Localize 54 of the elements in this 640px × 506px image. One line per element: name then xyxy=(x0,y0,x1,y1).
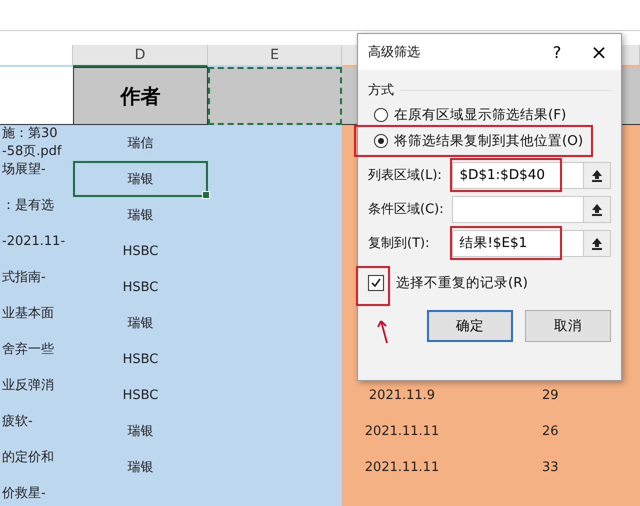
table-cell: HSBC xyxy=(122,388,158,402)
input-field[interactable]: 结果!$E$1 xyxy=(452,230,584,256)
table-cell: HSBC xyxy=(122,244,158,258)
table-cell-text: 瑞银 xyxy=(128,423,154,440)
table-cell: 33 xyxy=(542,460,559,474)
field-label: 复制到(T): xyxy=(368,235,430,252)
table-cell: HSBC xyxy=(122,280,158,294)
header-cell: 作者 xyxy=(73,67,208,125)
table-cell-text: 瑞银 xyxy=(128,207,154,224)
collapse-button[interactable] xyxy=(584,162,611,188)
table-cell: 式指南- xyxy=(2,269,46,287)
table-cell-text: 瑞银 xyxy=(128,459,154,476)
table-cell-text: 瑞信 xyxy=(128,135,154,152)
field-label: 列表区域(L): xyxy=(368,167,443,184)
dialog-button[interactable]: 确定 xyxy=(427,310,513,342)
table-cell: 施：第30 -58页.pdf xyxy=(2,125,62,161)
table-cell: 舍弃一些 xyxy=(2,341,54,359)
collapse-button[interactable] xyxy=(584,230,611,256)
column-header[interactable]: D xyxy=(73,45,208,67)
collapse-button[interactable] xyxy=(584,196,611,222)
table-cell: ：是有选 xyxy=(2,197,54,215)
check-icon xyxy=(370,277,382,289)
table-cell: 价救星- xyxy=(2,485,46,503)
help-button[interactable]: ? xyxy=(537,42,577,62)
table-cell: HSBC xyxy=(122,352,158,366)
input-field[interactable] xyxy=(452,196,584,222)
table-cell: 业基本面 xyxy=(2,305,54,323)
dialog-button[interactable]: 取消 xyxy=(525,310,611,342)
upload-icon xyxy=(591,168,604,182)
upload-icon xyxy=(591,236,604,250)
checkbox-label[interactable]: 选择不重复的记录(R) xyxy=(396,274,528,292)
table-cell: 的定价和 xyxy=(2,449,54,467)
table-cell-text: 瑞银 xyxy=(128,171,154,188)
table-cell: 26 xyxy=(542,424,559,438)
table-cell-text: 瑞银 xyxy=(128,315,154,332)
input-field[interactable]: $D$1:$D$40 xyxy=(452,162,584,188)
table-cell: 2021.11.9 xyxy=(368,388,436,402)
dialog-title: 高级筛选 xyxy=(368,44,420,61)
upload-icon xyxy=(591,202,604,216)
radio-option[interactable]: 在原有区域显示筛选结果(F) xyxy=(368,102,611,128)
table-cell: 疲软- xyxy=(2,413,33,431)
field-label: 条件区域(C): xyxy=(368,201,445,218)
table-cell: 29 xyxy=(542,388,559,402)
radio-option[interactable]: 将筛选结果复制到其他位置(O) xyxy=(357,128,590,154)
group-label: 方式 xyxy=(368,82,394,99)
table-cell: 2021.11.11 xyxy=(364,424,440,438)
fill-handle[interactable] xyxy=(202,191,210,199)
table-cell: -2021.11- xyxy=(2,233,66,251)
table-cell: 2021.11.11 xyxy=(364,460,440,474)
table-cell: 业反弹消 xyxy=(2,377,54,395)
close-button[interactable]: × xyxy=(577,40,621,64)
table-cell: 场展望- xyxy=(2,161,46,179)
checkbox[interactable] xyxy=(368,275,384,291)
column-header[interactable]: E xyxy=(208,45,342,65)
